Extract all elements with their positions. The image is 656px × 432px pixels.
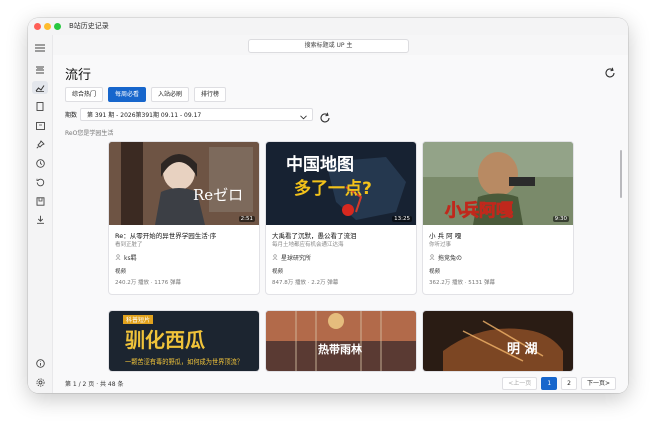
- video-duration: 13:25: [392, 216, 412, 222]
- page-button-2[interactable]: 2: [561, 377, 577, 390]
- video-title: 小 兵 阿 嘎: [429, 232, 462, 240]
- download-icon[interactable]: [32, 213, 48, 226]
- video-tag: 视频: [272, 269, 284, 275]
- video-title: 大禹看了沉默，愚公看了流泪: [272, 232, 357, 240]
- prev-page-button[interactable]: <上一页: [502, 377, 538, 390]
- video-subtitle: 你听过事: [429, 242, 452, 248]
- search-input[interactable]: 搜索标题或 UP 主: [248, 39, 409, 53]
- thumb-text: 明 湖: [507, 342, 538, 357]
- video-card[interactable]: 小兵阿嘎 9:30 小 兵 阿 嘎 你听过事 拖竞兔の 视频 362.2万 播放…: [422, 141, 574, 295]
- history-icon[interactable]: [32, 176, 48, 189]
- video-tag: 视频: [429, 269, 441, 275]
- trending-icon[interactable]: [32, 63, 48, 76]
- video-duration: 2:51: [238, 216, 255, 222]
- scrollbar[interactable]: [620, 150, 622, 198]
- author-name: ks羁: [124, 255, 137, 262]
- video-card[interactable]: 热带雨林: [265, 310, 417, 372]
- settings-icon[interactable]: [32, 376, 48, 389]
- window-title: B站历史记录: [69, 22, 109, 30]
- period-value: 第 391 期 - 2026第391期 09.11 - 09.17: [87, 112, 202, 119]
- page-title: 流行: [65, 68, 92, 83]
- sidebar: [28, 35, 53, 393]
- refresh-icon[interactable]: [319, 109, 331, 122]
- period-select[interactable]: 第 391 期 - 2026第391期 09.11 - 09.17: [80, 108, 313, 121]
- title-bar: B站历史记录: [28, 18, 628, 35]
- menu-icon[interactable]: [32, 41, 48, 54]
- video-thumbnail: 科普短片 驯化西瓜 一颗苦涩有毒的野瓜，如何成为世界顶流？: [109, 311, 259, 371]
- video-tag: 视频: [115, 269, 127, 275]
- thumb-text: 小兵阿嘎: [445, 200, 513, 221]
- video-thumbnail: 中国地图 多了一点? 13:25: [266, 142, 416, 225]
- app-window: B站历史记录 搜索标题或 UP 主 流行 综合热门 每周必看 入站必刷 排行榜 …: [28, 18, 628, 393]
- pagination-bar: 第 1 / 2 页 · 共 48 条 <上一页 1 2 下一页>: [53, 375, 628, 393]
- video-card[interactable]: Reゼロ 2:51 Re：从零开始的异世界学园生活·序 看到正脏了 ks羁 视频…: [108, 141, 260, 295]
- zoom-window-button[interactable]: [54, 23, 61, 30]
- video-card[interactable]: 中国地图 多了一点? 13:25 大禹看了沉默，愚公看了流泪 每月土地都应有机会…: [265, 141, 417, 295]
- video-stats: 240.2万 播放 · 1176 弹幕: [115, 280, 181, 286]
- archive-icon[interactable]: [32, 195, 48, 208]
- close-window-button[interactable]: [34, 23, 41, 30]
- video-card[interactable]: 明 湖: [422, 310, 574, 372]
- author-name: 拖竞兔の: [438, 255, 463, 262]
- author-name: 星球研究所: [281, 255, 312, 262]
- thumb-text: 中国地图: [286, 154, 354, 175]
- tab-must-watch[interactable]: 入站必刷: [151, 87, 190, 102]
- refresh-icon[interactable]: [604, 64, 616, 78]
- page-info: 第 1 / 2 页 · 共 48 条: [65, 381, 124, 388]
- pager: <上一页 1 2 下一页>: [502, 377, 616, 390]
- video-author[interactable]: ks羁: [115, 253, 137, 262]
- tab-bar: 综合热门 每周必看 入站必刷 排行榜: [65, 87, 227, 102]
- user-icon: [429, 253, 435, 262]
- video-stats: 362.2万 播放 · 5131 弹幕: [429, 280, 495, 286]
- thumb-text: 驯化西瓜: [125, 328, 205, 352]
- video-thumbnail: 小兵阿嘎 9:30: [423, 142, 573, 225]
- video-thumbnail: 热带雨林: [266, 311, 416, 371]
- user-icon: [272, 253, 278, 262]
- thumb-subtext: 一颗苦涩有毒的野瓜，如何成为世界顶流？: [125, 357, 243, 366]
- thumb-text-2: 多了一点?: [294, 178, 372, 199]
- video-duration: 9:30: [552, 216, 569, 222]
- pin-icon[interactable]: [32, 138, 48, 151]
- video-card[interactable]: 科普短片 驯化西瓜 一颗苦涩有毒的野瓜，如何成为世界顶流？: [108, 310, 260, 372]
- video-subtitle: 看到正脏了: [115, 242, 143, 248]
- tab-weekly-must-watch[interactable]: 每周必看: [108, 87, 147, 102]
- tv-icon[interactable]: [32, 119, 48, 132]
- video-subtitle: 每月土地都应有机会通江达海: [272, 242, 344, 248]
- video-author[interactable]: 拖竞兔の: [429, 253, 462, 262]
- video-thumbnail: Reゼロ 2:51: [109, 142, 259, 225]
- video-title: Re：从零开始的异世界学园生活·序: [115, 232, 217, 240]
- tab-ranking[interactable]: 排行榜: [194, 87, 227, 102]
- thumb-text: Reゼロ: [193, 186, 243, 204]
- video-author[interactable]: 星球研究所: [272, 253, 311, 262]
- bookmark-icon[interactable]: [32, 100, 48, 113]
- tab-comprehensive-hot[interactable]: 综合热门: [65, 87, 104, 102]
- thumb-text: 热带雨林: [318, 342, 362, 356]
- next-page-button[interactable]: 下一页>: [580, 377, 616, 390]
- period-label: 期数: [65, 112, 78, 119]
- clock-icon[interactable]: [32, 157, 48, 170]
- minimize-window-button[interactable]: [44, 23, 51, 30]
- chevron-down-icon: [300, 112, 307, 125]
- thumb-badge: 科普短片: [126, 316, 150, 324]
- page-button-1[interactable]: 1: [541, 377, 558, 390]
- video-stats: 847.8万 播放 · 2.2万 弹幕: [272, 280, 339, 286]
- info-icon[interactable]: [32, 357, 48, 370]
- chart-icon[interactable]: [32, 81, 48, 94]
- section-note: ReO您是学园生活: [65, 130, 114, 137]
- period-row: 期数 第 391 期 - 2026第391期 09.11 - 09.17: [65, 108, 331, 122]
- video-thumbnail: 明 湖: [423, 311, 573, 371]
- user-icon: [115, 253, 121, 262]
